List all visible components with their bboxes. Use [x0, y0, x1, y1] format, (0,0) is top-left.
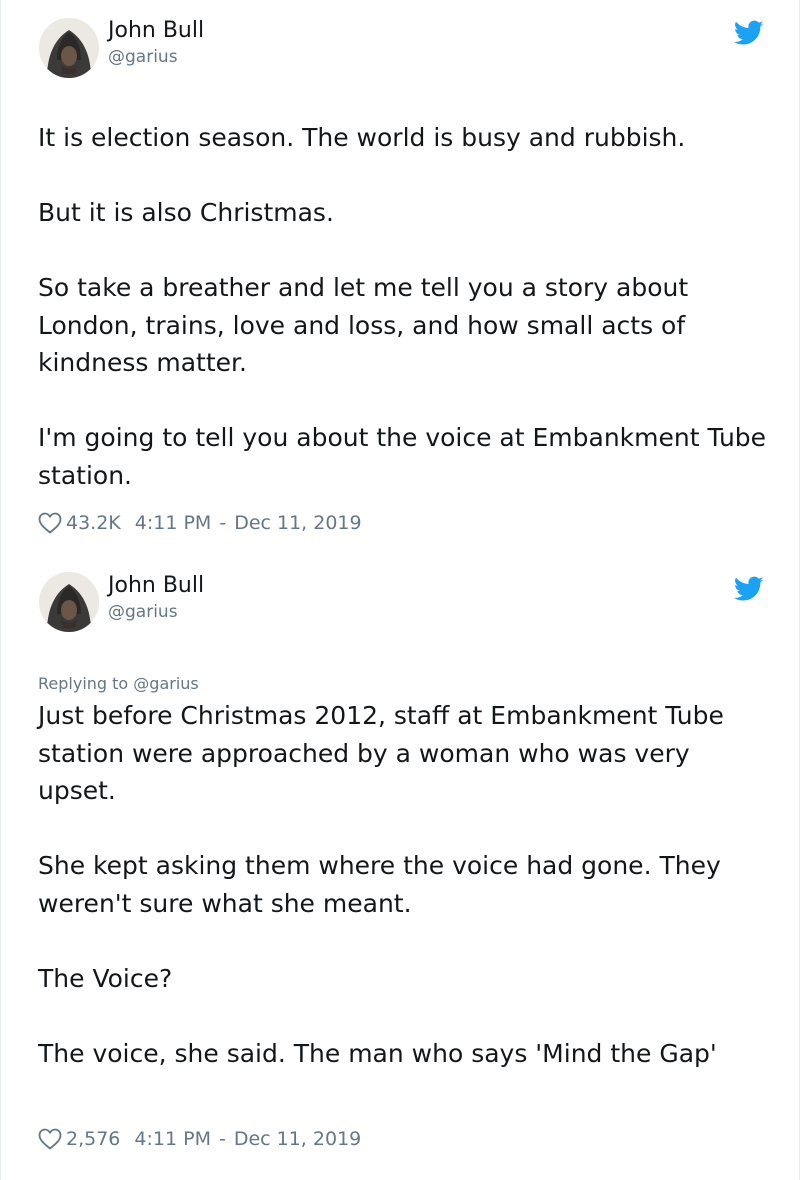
- tweet-time[interactable]: 4:11 PM: [135, 512, 212, 534]
- tweet-date[interactable]: Dec 11, 2019: [234, 512, 361, 534]
- tweet-text: Just before Christmas 2012, staff at Emb…: [38, 697, 771, 1072]
- heart-outline-icon[interactable]: [38, 1128, 62, 1150]
- user-handle[interactable]: @garius: [108, 46, 204, 68]
- hooded-figure-avatar-icon: [39, 572, 99, 632]
- avatar[interactable]: [39, 572, 99, 632]
- tweet-paragraph: So take a breather and let me tell you a…: [38, 273, 689, 377]
- display-name[interactable]: John Bull: [108, 571, 204, 601]
- like-count[interactable]: 43.2K: [66, 512, 121, 534]
- tweet-meta: 2,576 4:11 PM - Dec 11, 2019: [38, 1126, 361, 1152]
- replying-to: Replying to @garius: [38, 674, 199, 694]
- user-handle[interactable]: @garius: [108, 601, 204, 623]
- tweet-thread: John Bull @garius It is election season.…: [0, 0, 800, 1180]
- hooded-figure-avatar-icon: [39, 18, 99, 78]
- tweet-header: John Bull @garius: [38, 0, 764, 80]
- tweet-paragraph: I'm going to tell you about the voice at…: [38, 423, 767, 490]
- tweet: John Bull @garius Replying to @garius Ju…: [1, 562, 800, 1180]
- tweet-header: John Bull @garius: [38, 562, 764, 642]
- tweet-paragraph: It is election season. The world is busy…: [38, 123, 686, 152]
- tweet-paragraph: She kept asking them where the voice had…: [38, 851, 721, 918]
- like-count[interactable]: 2,576: [66, 1128, 120, 1150]
- tweet-meta: 43.2K 4:11 PM - Dec 11, 2019: [38, 510, 362, 536]
- tweet: John Bull @garius It is election season.…: [1, 0, 800, 562]
- display-name[interactable]: John Bull: [108, 16, 204, 46]
- twitter-bird-icon[interactable]: [733, 20, 764, 46]
- tweet-paragraph: The Voice?: [38, 963, 173, 993]
- tweet-paragraph: Just before Christmas 2012, staff at Emb…: [38, 701, 724, 805]
- tweet-time[interactable]: 4:11 PM: [134, 1128, 211, 1150]
- replying-label: Replying to: [38, 674, 129, 693]
- tweet-paragraph: But it is also Christmas.: [38, 198, 334, 227]
- tweet-text: It is election season. The world is busy…: [38, 119, 771, 494]
- replying-handle-link[interactable]: @garius: [133, 674, 198, 693]
- user-block: John Bull @garius: [108, 16, 204, 68]
- meta-separator: -: [219, 512, 227, 534]
- tweet-paragraph: The voice, she said. The man who says 'M…: [38, 1038, 717, 1068]
- user-block: John Bull @garius: [108, 571, 204, 623]
- heart-outline-icon[interactable]: [38, 512, 62, 534]
- twitter-bird-icon[interactable]: [733, 576, 764, 602]
- avatar[interactable]: [39, 18, 99, 78]
- meta-separator: -: [218, 1128, 226, 1150]
- tweet-date[interactable]: Dec 11, 2019: [234, 1128, 361, 1150]
